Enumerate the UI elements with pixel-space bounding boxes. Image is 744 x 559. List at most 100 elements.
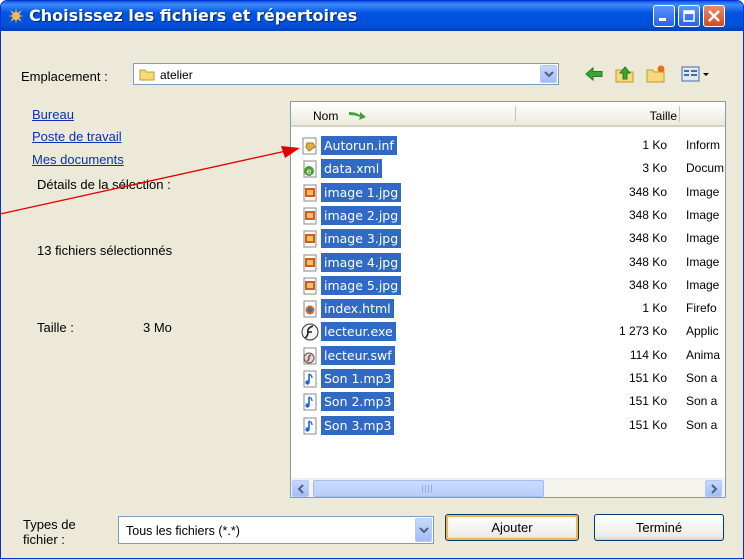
file-type: Applic [686, 324, 719, 339]
file-row[interactable]: image 5.jpg 348 Ko Image [291, 274, 725, 297]
column-header-name[interactable]: Nom [313, 109, 338, 123]
size-value: 3 Mo [143, 320, 172, 335]
file-row[interactable]: Son 1.mp3 151 Ko Son a [291, 367, 725, 390]
file-size: 1 Ko [642, 301, 667, 316]
file-name: image 4.jpg [321, 252, 402, 272]
file-size: 348 Ko [628, 207, 667, 222]
file-size: 151 Ko [628, 394, 667, 409]
file-name: index.html [321, 299, 394, 319]
column-separator[interactable] [515, 106, 516, 122]
size-label: Taille : [37, 320, 74, 335]
back-arrow-icon[interactable] [584, 64, 604, 84]
file-size: 1 Ko [642, 138, 667, 152]
file-name: image 2.jpg [321, 205, 402, 225]
file-name: image 3.jpg [321, 229, 402, 249]
selection-details-label: Détails de la sélection : [37, 177, 171, 192]
folder-icon [139, 69, 155, 81]
inf-icon [302, 137, 317, 155]
file-type: Son a [686, 394, 718, 409]
location-select[interactable]: atelier [133, 63, 559, 85]
app-icon [8, 8, 24, 24]
file-size: 348 Ko [628, 254, 667, 269]
file-row[interactable]: Son 2.mp3 151 Ko Son a [291, 390, 725, 413]
file-size: 151 Ko [628, 371, 667, 385]
file-type: Image [686, 277, 720, 292]
file-name: lecteur.exe [321, 322, 396, 342]
add-button[interactable]: Ajouter [445, 514, 579, 541]
location-value: atelier [160, 68, 193, 82]
place-link-mes-documents[interactable]: Mes documents [32, 152, 124, 167]
file-row[interactable]: Autorun.inf 1 Ko Inform [291, 134, 725, 157]
html-icon [303, 300, 317, 318]
scroll-left-button[interactable] [292, 480, 309, 497]
exe-icon [301, 323, 319, 341]
chevron-down-icon [544, 71, 554, 78]
chevron-right-icon [711, 484, 718, 494]
file-type: Inform [686, 138, 721, 152]
up-folder-icon[interactable] [615, 64, 635, 84]
file-type: Image [686, 231, 720, 246]
close-button[interactable] [703, 5, 725, 27]
file-row[interactable]: index.html 1 Ko Firefo [291, 297, 725, 320]
chevron-down-icon [419, 527, 429, 534]
scroll-right-button[interactable] [705, 480, 722, 497]
file-name: Son 2.mp3 [321, 392, 395, 412]
jpg-icon [303, 254, 317, 271]
svg-text:e: e [307, 167, 312, 176]
file-chooser-dialog: Choisissez les fichiers et répertoires E… [0, 0, 744, 559]
file-size: 348 Ko [628, 184, 667, 199]
file-type: Image [686, 184, 720, 199]
place-link-bureau[interactable]: Bureau [32, 107, 74, 122]
file-type: Anima [686, 347, 721, 362]
file-name: Autorun.inf [321, 136, 397, 155]
file-type: Son a [686, 371, 718, 385]
new-folder-icon[interactable] [646, 64, 666, 84]
file-size: 1 273 Ko [618, 324, 667, 339]
window-title: Choisissez les fichiers et répertoires [29, 6, 358, 25]
file-type-select[interactable]: Tous les fichiers (*.*) [118, 516, 434, 544]
title-bar[interactable]: Choisissez les fichiers et répertoires [1, 1, 743, 31]
column-separator[interactable] [679, 106, 680, 122]
scroll-thumb[interactable] [313, 480, 544, 497]
maximize-button[interactable] [678, 5, 700, 27]
file-type: Docum [686, 161, 725, 176]
file-types-label: Types de fichier : [23, 517, 76, 547]
mp3-icon [303, 393, 317, 411]
file-row[interactable]: Son 3.mp3 151 Ko Son a [291, 414, 725, 437]
file-type: Son a [686, 417, 718, 432]
file-size: 3 Ko [642, 161, 667, 176]
file-row[interactable]: image 1.jpg 348 Ko Image [291, 181, 725, 204]
file-row[interactable]: e data.xml 3 Ko Docum [291, 157, 725, 180]
file-name: Son 3.mp3 [321, 415, 395, 435]
chevron-left-icon [297, 484, 304, 494]
jpg-icon [303, 230, 317, 248]
minimize-icon [659, 18, 666, 21]
file-type: Image [686, 254, 720, 269]
location-dropdown-button[interactable] [540, 65, 557, 83]
location-label: Emplacement : [21, 69, 108, 84]
file-row[interactable]: lecteur.exe 1 273 Ko Applic [291, 320, 725, 343]
jpg-icon [303, 277, 317, 295]
file-row[interactable]: image 4.jpg 348 Ko Image [291, 251, 725, 274]
swf-icon [303, 347, 317, 365]
grip-icon [422, 485, 434, 493]
selection-count: 13 fichiers sélectionnés [37, 243, 173, 258]
places-panel: Bureau Poste de travail Mes documents Dé… [23, 105, 287, 495]
view-menu-icon[interactable] [681, 64, 711, 84]
file-row[interactable]: lecteur.swf 114 Ko Anima [291, 344, 725, 367]
xml-icon: e [303, 160, 317, 178]
file-type-value: Tous les fichiers (*.*) [126, 524, 240, 538]
file-row[interactable]: image 3.jpg 348 Ko Image [291, 227, 725, 250]
file-row[interactable]: image 2.jpg 348 Ko Image [291, 204, 725, 227]
horizontal-scrollbar[interactable] [291, 478, 725, 497]
minimize-button[interactable] [653, 5, 675, 27]
file-name: image 5.jpg [321, 275, 402, 295]
file-size: 114 Ko [629, 347, 667, 362]
file-list[interactable]: Nom Taille Autorun.inf 1 Ko Inform e data.xm… [290, 101, 726, 498]
column-header-size[interactable]: Taille [650, 109, 677, 123]
jpg-icon [303, 207, 317, 225]
done-button[interactable]: Terminé [594, 514, 724, 541]
file-type-dropdown-button[interactable] [415, 518, 432, 542]
file-type: Firefo [686, 301, 717, 316]
place-link-poste-de-travail[interactable]: Poste de travail [32, 129, 122, 144]
